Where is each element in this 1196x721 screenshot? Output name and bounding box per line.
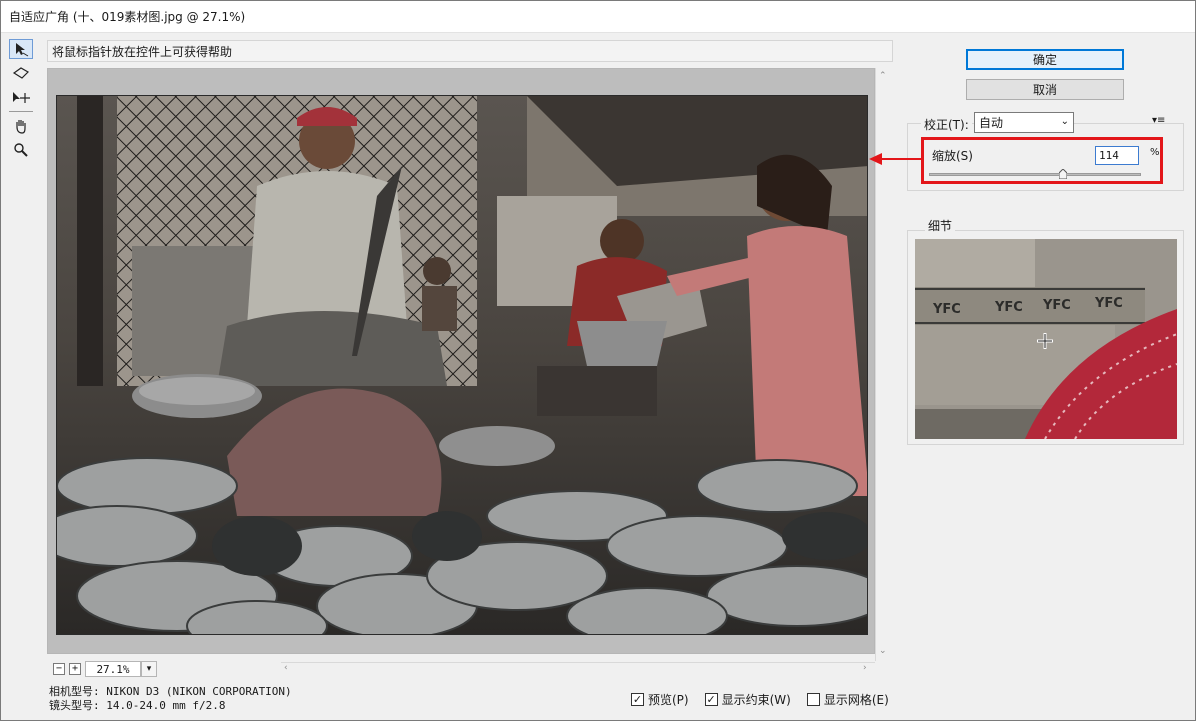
scale-slider-thumb[interactable] bbox=[1058, 168, 1068, 180]
constraint-tool-icon[interactable] bbox=[9, 39, 33, 59]
tool-divider bbox=[9, 111, 33, 112]
window-title: 自适应广角 (十、019素材图.jpg @ 27.1%) bbox=[9, 10, 246, 24]
show-constraints-label: 显示约束(W) bbox=[721, 693, 791, 707]
detail-text-2: YFC bbox=[994, 300, 1023, 315]
tool-palette bbox=[9, 39, 37, 159]
show-constraints-checkbox[interactable]: ✓ 显示约束(W) bbox=[704, 691, 791, 708]
view-options: ✓ 预览(P) ✓ 显示约束(W) 显示网格(E) bbox=[631, 691, 889, 708]
title-bar: 自适应广角 (十、019素材图.jpg @ 27.1%) bbox=[1, 1, 1195, 33]
correction-select[interactable]: 自动 ⌄ bbox=[974, 112, 1074, 133]
scale-slider-track[interactable] bbox=[929, 173, 1141, 176]
dialog-window: 自适应广角 (十、019素材图.jpg @ 27.1%) 将鼠标指针放在控件上可… bbox=[0, 0, 1196, 721]
help-hint-text: 将鼠标指针放在控件上可获得帮助 bbox=[52, 44, 233, 59]
move-tool-icon[interactable] bbox=[9, 87, 33, 107]
camera-model: 相机型号: NIKON D3 (NIKON CORPORATION) bbox=[49, 685, 292, 698]
preview-check-box[interactable]: ✓ bbox=[631, 693, 644, 706]
hand-tool-icon[interactable] bbox=[9, 116, 33, 136]
polygon-constraint-tool-icon[interactable] bbox=[9, 63, 33, 83]
panel-menu-icon[interactable]: ▾≡ bbox=[1152, 115, 1165, 126]
zoom-out-button[interactable]: − bbox=[53, 663, 65, 675]
detail-text-3: YFC bbox=[1042, 298, 1071, 313]
show-grid-check-box[interactable] bbox=[806, 693, 820, 706]
horizontal-scrollbar[interactable]: ‹ › bbox=[281, 662, 875, 676]
help-hint-bar: 将鼠标指针放在控件上可获得帮助 bbox=[47, 40, 893, 62]
preview-label: 预览(P) bbox=[648, 693, 689, 707]
zoom-tool-icon[interactable] bbox=[9, 140, 33, 160]
show-grid-label: 显示网格(E) bbox=[823, 693, 889, 707]
ok-button[interactable]: 确定 bbox=[966, 49, 1124, 70]
correction-selected-value: 自动 bbox=[979, 116, 1004, 130]
preview-canvas[interactable] bbox=[47, 68, 875, 654]
preview-checkbox[interactable]: ✓ 预览(P) bbox=[631, 691, 689, 708]
scale-label: 缩放(S) bbox=[932, 149, 973, 163]
scroll-right-icon[interactable]: › bbox=[863, 663, 867, 673]
show-grid-checkbox[interactable]: 显示网格(E) bbox=[806, 691, 889, 708]
correction-label: 校正(T): bbox=[921, 116, 972, 133]
detail-label: 细节 bbox=[925, 217, 956, 234]
zoom-level-field[interactable]: 27.1% bbox=[85, 661, 141, 677]
detail-preview: YFC YFC YFC YFC bbox=[915, 239, 1177, 439]
scale-input[interactable]: 114 bbox=[1095, 146, 1139, 165]
cancel-button[interactable]: 取消 bbox=[966, 79, 1124, 100]
show-constraints-check-box[interactable]: ✓ bbox=[704, 693, 718, 706]
preview-image[interactable] bbox=[56, 95, 868, 635]
scroll-left-icon[interactable]: ‹ bbox=[284, 663, 288, 673]
detail-text-1: YFC bbox=[932, 302, 961, 317]
lens-model: 镜头型号: 14.0-24.0 mm f/2.8 bbox=[49, 699, 226, 712]
annotation-arrow-icon bbox=[869, 151, 925, 170]
zoom-dropdown-icon[interactable]: ▾ bbox=[141, 661, 157, 677]
camera-info: 相机型号: NIKON D3 (NIKON CORPORATION) 镜头型号:… bbox=[49, 685, 292, 713]
detail-text-4: YFC bbox=[1094, 296, 1123, 311]
scroll-down-icon[interactable]: ⌄ bbox=[879, 646, 887, 656]
zoom-in-button[interactable]: + bbox=[69, 663, 81, 675]
scroll-up-icon[interactable]: ⌃ bbox=[879, 71, 887, 81]
scale-unit: % bbox=[1150, 147, 1160, 158]
chevron-down-icon: ⌄ bbox=[1060, 116, 1069, 127]
